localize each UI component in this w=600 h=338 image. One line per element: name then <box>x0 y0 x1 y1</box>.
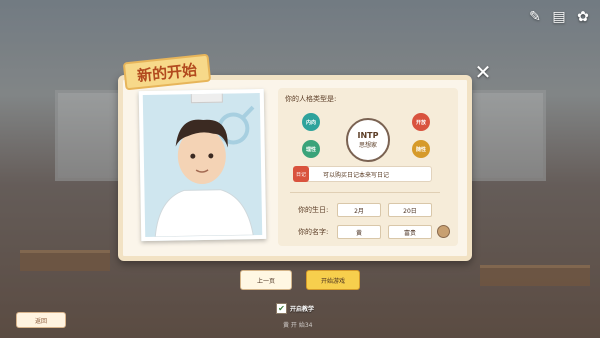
diary-hint-text: 可以购买日记本来写日记 <box>323 171 390 179</box>
prev-page-button[interactable]: 上一页 <box>240 270 292 290</box>
name-label: 你的名字: <box>298 228 329 236</box>
diary-icon: 日记 <box>293 166 309 182</box>
tutorial-toggle[interactable]: ✔ 开启教学 <box>276 303 314 314</box>
birthday-label: 你的生日: <box>298 206 329 214</box>
tutorial-checkbox[interactable]: ✔ <box>276 303 287 314</box>
personality-label: 你的人格类型是: <box>285 95 337 103</box>
trait-rational: 理性 <box>302 140 320 158</box>
close-icon[interactable]: ✕ <box>474 62 492 82</box>
back-button[interactable]: 返回 <box>16 312 66 328</box>
avatar <box>154 105 255 238</box>
divider <box>290 192 440 193</box>
book-icon[interactable]: ▤ <box>550 8 568 26</box>
random-name-icon[interactable] <box>437 225 450 238</box>
diary-hint: 日记 可以购买日记本来写日记 <box>293 166 432 182</box>
character-portrait <box>138 88 267 242</box>
tutorial-label: 开启教学 <box>290 306 315 313</box>
personality-type-name: 思想家 <box>358 142 377 149</box>
birthday-day-field[interactable]: 20日 <box>388 203 432 217</box>
top-toolbar: ✎ ▤ ✿ <box>526 8 592 26</box>
bottom-caption: 黄 开 始34 <box>283 322 313 329</box>
start-game-button[interactable]: 开始游戏 <box>306 270 360 290</box>
surname-field[interactable]: 黄 <box>337 225 381 239</box>
personality-type: INTP <box>357 131 379 140</box>
trait-introverted: 内向 <box>302 113 320 131</box>
brush-icon[interactable]: ✎ <box>526 8 544 26</box>
trait-open: 开放 <box>412 113 430 131</box>
personality-type-badge: INTP 思想家 <box>346 118 390 162</box>
birthday-month-field[interactable]: 2月 <box>337 203 381 217</box>
trait-casual: 随性 <box>412 140 430 158</box>
flower-icon[interactable]: ✿ <box>574 8 592 26</box>
given-name-field[interactable]: 富贵 <box>388 225 432 239</box>
tape-pin <box>190 90 223 104</box>
